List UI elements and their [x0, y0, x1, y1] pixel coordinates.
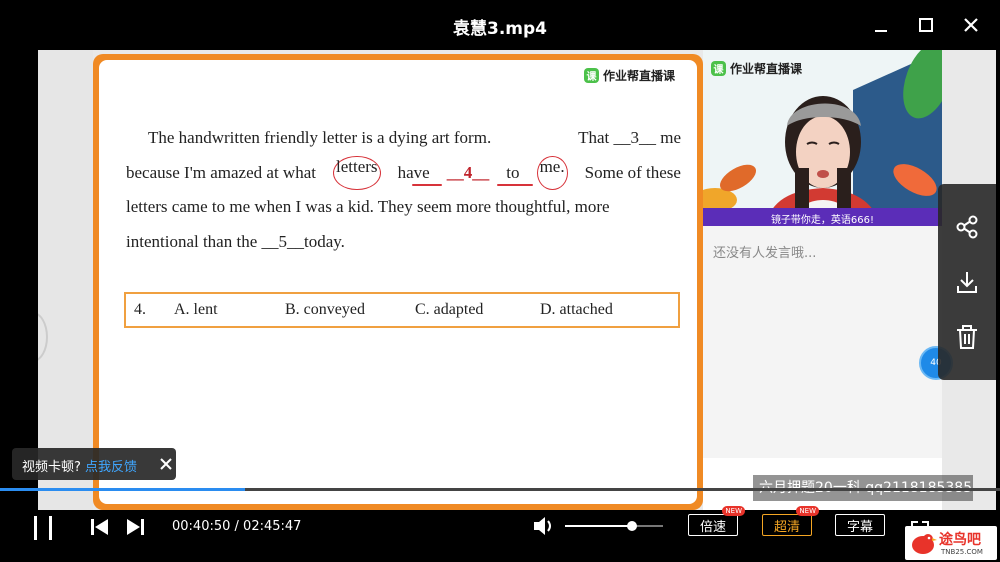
option-a: A. lent	[174, 301, 218, 318]
live-logo: 课 作业帮直播课	[711, 60, 802, 77]
bird-logo-icon	[912, 534, 937, 554]
control-bar: 00:40:50 / 02:45:47 倍速 NEW 超清 NEW 字幕 途鸟吧…	[0, 506, 1000, 562]
decorative-arc	[38, 312, 48, 362]
chat-empty-message: 还没有人发言哦...	[713, 246, 817, 261]
next-icon[interactable]	[125, 519, 145, 535]
previous-icon[interactable]	[90, 519, 110, 535]
option-b: B. conveyed	[285, 301, 365, 318]
site-logo: 途鸟吧 TNB25.COM	[905, 526, 997, 560]
volume-fill	[565, 525, 632, 527]
site-logo-url: TNB25.COM	[941, 548, 983, 556]
lag-feedback-tip: 视频卡顿? 点我反馈	[12, 448, 176, 480]
delete-icon[interactable]	[952, 322, 982, 352]
lesson-slide: 课 作业帮直播课 The handwritten friendly letter…	[93, 54, 703, 510]
pause-icon[interactable]	[30, 516, 56, 540]
window-title: 袁慧3.mp4	[453, 19, 547, 39]
live-logo-text: 作业帮直播课	[730, 62, 803, 76]
circled-word-me: me.	[536, 155, 568, 190]
brand-logo-icon: 课	[711, 61, 726, 76]
underline-annotation	[497, 184, 533, 186]
time-separator: /	[230, 519, 244, 534]
speed-button[interactable]: 倍速 NEW	[688, 506, 745, 536]
new-tag: NEW	[722, 506, 745, 516]
close-tip-icon[interactable]	[158, 456, 174, 472]
reading-passage: The handwritten friendly letter is a dyi…	[126, 121, 681, 259]
time-display: 00:40:50 / 02:45:47	[172, 519, 301, 534]
blank-4: __4__	[446, 162, 490, 182]
quality-button[interactable]: 超清 NEW	[762, 506, 819, 536]
passage-line-4: intentional than the __5__today.	[126, 231, 345, 251]
video-frame[interactable]: 课 作业帮直播课 The handwritten friendly letter…	[38, 50, 996, 510]
site-logo-text: 途鸟吧	[939, 532, 981, 548]
fullscreen-icon[interactable]	[910, 515, 930, 528]
title-bar: 袁慧3.mp4	[0, 0, 1000, 50]
slide-logo: 课 作业帮直播课	[584, 67, 675, 84]
side-toolbar	[938, 184, 996, 380]
slide-logo-text: 作业帮直播课	[603, 69, 676, 83]
lag-tip-text: 视频卡顿?	[22, 460, 81, 475]
current-time: 00:40:50	[172, 519, 231, 534]
progress-bar[interactable]	[0, 488, 1000, 491]
volume-handle[interactable]	[626, 521, 637, 531]
download-icon[interactable]	[952, 267, 982, 297]
share-icon[interactable]	[952, 212, 982, 242]
minimize-icon[interactable]	[868, 12, 894, 38]
total-time: 02:45:47	[243, 519, 302, 534]
scrolling-banner: 镜子带你走，英语666!	[703, 208, 942, 226]
live-panel: 课 作业帮直播课 镜子带你走，英语666! 还没有人发言哦...	[703, 50, 942, 510]
passage-line-1: The handwritten friendly letter is a dyi…	[148, 128, 681, 147]
circled-word-letters: letters	[333, 155, 381, 190]
video-left-edge	[38, 50, 93, 510]
underline-annotation	[412, 184, 442, 186]
feedback-link[interactable]: 点我反馈	[85, 460, 137, 475]
question-number: 4.	[134, 301, 146, 318]
option-c: C. adapted	[415, 301, 484, 318]
maximize-icon[interactable]	[913, 12, 939, 38]
passage-line-3: letters came to me when I was a kid. The…	[126, 197, 610, 216]
slide-content: 课 作业帮直播课 The handwritten friendly letter…	[99, 60, 697, 504]
new-tag: NEW	[796, 506, 819, 516]
subtitle-button[interactable]: 字幕	[835, 514, 885, 536]
volume-icon[interactable]	[532, 515, 556, 537]
progress-fill	[0, 488, 245, 491]
brand-logo-icon: 课	[584, 68, 599, 83]
teacher-camera: 课 作业帮直播课 镜子带你走，英语666!	[703, 50, 942, 226]
passage-line-2: because I'm amazed at what letters have …	[126, 155, 681, 190]
option-d: D. attached	[540, 301, 613, 318]
close-icon[interactable]	[958, 12, 984, 38]
question-4-options: 4. A. lent B. conveyed C. adapted D. att…	[124, 292, 680, 328]
volume-slider[interactable]	[565, 521, 663, 531]
